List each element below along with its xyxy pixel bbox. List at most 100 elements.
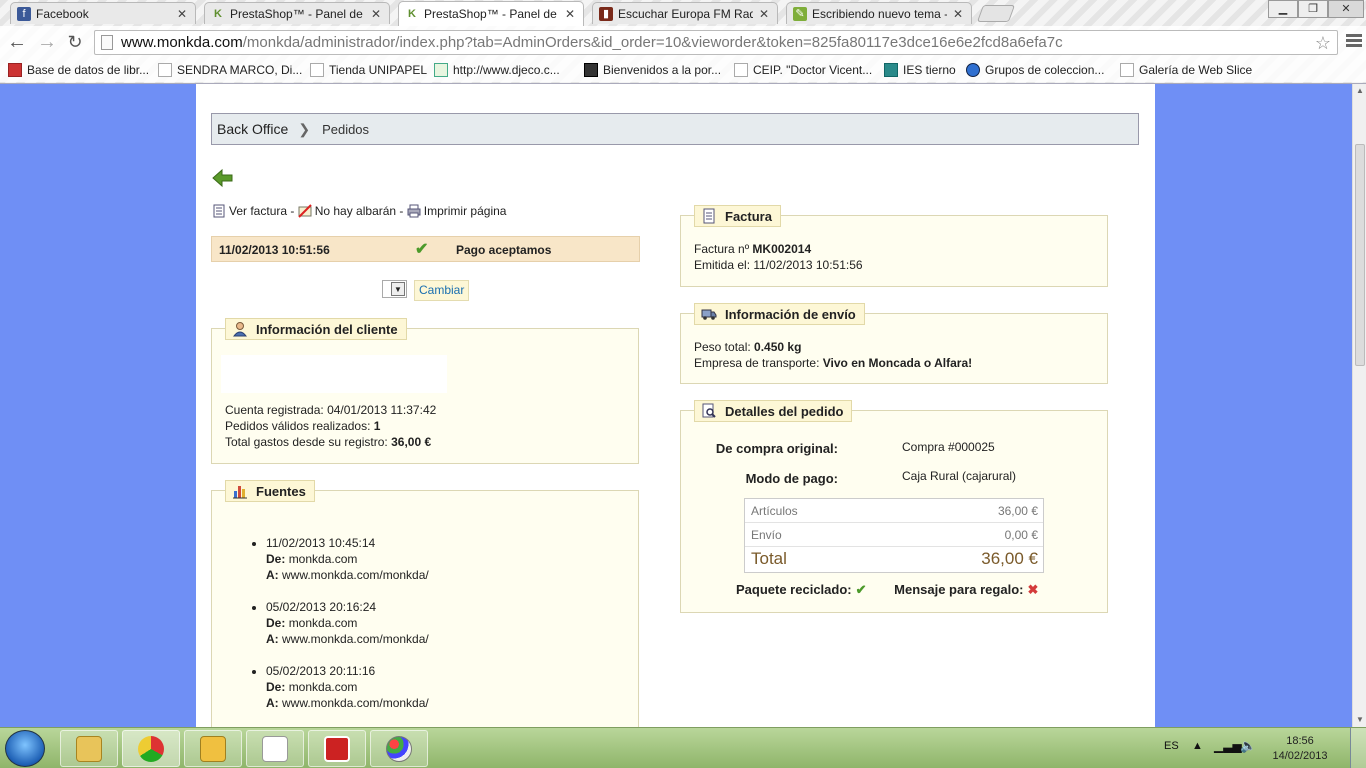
spent-line: Total gastos desde su registro: 36,00 € <box>225 435 431 449</box>
back-arrow-icon[interactable]: ← <box>6 32 28 54</box>
address-bar[interactable]: www.monkda.com/monkda/administrador/inde… <box>94 30 1338 55</box>
close-icon[interactable]: ✕ <box>951 7 965 21</box>
row-label: Envío <box>751 528 782 542</box>
bookmark-icon <box>8 63 22 77</box>
close-icon[interactable]: ✕ <box>175 7 189 21</box>
forward-arrow-icon[interactable]: → <box>36 32 58 54</box>
taskbar-outlook[interactable] <box>184 730 242 767</box>
view-invoice-link[interactable]: Ver factura <box>229 204 287 218</box>
bookmark-item[interactable]: Base de datos de libr... <box>8 63 149 77</box>
bookmarks-bar: Base de datos de libr... SENDRA MARCO, D… <box>0 60 1366 82</box>
tab-facebook[interactable]: f Facebook ✕ <box>10 2 196 24</box>
bookmark-item[interactable]: SENDRA MARCO, Di... <box>158 63 302 77</box>
invoice-date-line: Emitida el: 11/02/2013 10:51:56 <box>694 258 863 272</box>
bookmark-item[interactable]: http://www.djeco.c... <box>434 63 560 77</box>
show-hidden-icons-icon[interactable]: ▲ <box>1192 740 1203 752</box>
taskbar-notepad[interactable] <box>246 730 304 767</box>
no-delivery-slip-text: No hay albarán <box>314 204 397 218</box>
start-button[interactable] <box>5 730 45 767</box>
tab-prestashop-active[interactable]: K PrestaShop™ - Panel de ad ✕ <box>398 1 584 26</box>
chevron-down-icon: ▼ <box>391 282 405 296</box>
globe-icon <box>966 63 980 77</box>
scroll-down-icon[interactable]: ▼ <box>1353 713 1366 727</box>
bookmark-label: Bienvenidos a la por... <box>603 63 722 77</box>
scrollbar-thumb[interactable] <box>1355 144 1365 366</box>
bookmark-item[interactable]: IES tierno <box>884 63 956 77</box>
row-label: Total <box>751 549 787 568</box>
bookmark-item[interactable]: Bienvenidos a la por... <box>584 63 721 77</box>
close-window-button[interactable]: ✕ <box>1328 0 1364 18</box>
taskbar-recorder[interactable] <box>308 730 366 767</box>
breadcrumb-root[interactable]: Back Office <box>217 121 288 137</box>
registered-line: Cuenta registrada: 04/01/2013 11:37:42 <box>225 403 436 417</box>
breadcrumb: Back Office ❯ Pedidos <box>211 113 1139 145</box>
bookmark-item[interactable]: CEIP. "Doctor Vicent... <box>734 63 872 77</box>
clock-date: 14/02/2013 <box>1272 750 1328 762</box>
page-icon <box>310 63 324 77</box>
bookmark-item[interactable]: Galería de Web Slice <box>1120 63 1252 77</box>
bookmark-label: Galería de Web Slice <box>1139 63 1253 77</box>
bookmark-star-icon[interactable]: ☆ <box>1315 33 1331 54</box>
table-row: Artículos 36,00 € <box>745 499 1043 523</box>
menu-icon[interactable] <box>1346 34 1362 50</box>
print-page-link[interactable]: Imprimir página <box>424 204 507 218</box>
source-to: www.monkda.com/monkda/ <box>282 696 429 710</box>
row-label: Artículos <box>751 504 798 518</box>
label: Empresa de transporte: <box>694 356 820 370</box>
row-value: 0,00 € <box>1004 528 1038 542</box>
record-icon <box>324 735 350 762</box>
order-actions: Ver factura - No hay albarán - Imprimir … <box>212 204 506 218</box>
scroll-up-icon[interactable]: ▲ <box>1353 84 1366 98</box>
invoice-icon <box>213 204 225 218</box>
network-signal-icon[interactable]: ▁▃▅ <box>1214 739 1242 753</box>
system-clock[interactable]: 18:56 14/02/2013 <box>1270 734 1330 764</box>
back-arrow-icon[interactable] <box>212 168 234 188</box>
volume-icon[interactable]: 🔈 <box>1240 738 1256 754</box>
close-icon[interactable]: ✕ <box>563 7 577 21</box>
original-purchase-label: De compra original: <box>715 441 838 456</box>
bookmark-item[interactable]: Tienda UNIPAPEL <box>310 63 427 77</box>
bookmark-label: http://www.djeco.c... <box>453 63 560 77</box>
section-title: Información del cliente <box>256 321 398 337</box>
tab-europa-fm[interactable]: ▮ Escuchar Europa FM Radio ✕ <box>592 2 778 24</box>
show-desktop-button[interactable] <box>1350 728 1366 768</box>
total-spent: 36,00 € <box>391 435 432 449</box>
section-title: Información de envío <box>725 306 856 322</box>
valid-orders-count: 1 <box>373 419 381 433</box>
document-icon <box>262 735 288 762</box>
tab-prestashop-1[interactable]: K PrestaShop™ - Panel de ad ✕ <box>204 2 390 24</box>
section-title: Detalles del pedido <box>725 403 844 419</box>
close-icon[interactable]: ✕ <box>369 7 383 21</box>
order-totals-table: Artículos 36,00 € Envío 0,00 € Total 36,00 … <box>744 498 1044 573</box>
separator: - <box>396 204 407 218</box>
tab-title: PrestaShop™ - Panel de ad <box>230 6 365 21</box>
bookmark-item[interactable]: Grupos de coleccion... <box>966 63 1104 77</box>
checkmark-icon: ✔ <box>855 582 867 597</box>
new-tab-button[interactable] <box>976 5 1016 22</box>
restore-button[interactable]: ❐ <box>1298 0 1328 18</box>
clock-time: 18:56 <box>1286 735 1314 747</box>
language-indicator[interactable]: ES <box>1164 740 1179 752</box>
ies-icon <box>884 63 898 77</box>
payment-method-value: Caja Rural (cajarural) <box>902 469 1017 483</box>
reload-icon[interactable]: ↻ <box>64 32 86 54</box>
page-icon <box>1120 63 1134 77</box>
vertical-scrollbar[interactable]: ▲ ▼ <box>1352 84 1366 727</box>
change-status-button[interactable]: Cambiar <box>414 280 470 301</box>
status-select[interactable]: ▼ <box>382 280 407 298</box>
tab-forum[interactable]: ✎ Escribiendo nuevo tema - ✕ <box>786 2 972 24</box>
row-value: 36,00 € <box>997 504 1038 518</box>
taskbar-paint[interactable] <box>370 730 428 767</box>
bookmark-label: SENDRA MARCO, Di... <box>177 63 303 77</box>
to-label: A: <box>266 568 279 582</box>
printer-icon <box>407 204 421 218</box>
chart-icon <box>434 63 448 77</box>
taskbar-explorer[interactable] <box>60 730 118 767</box>
payment-method-label: Modo de pago: <box>745 471 838 486</box>
close-icon[interactable]: ✕ <box>757 7 771 21</box>
status-date: 11/02/2013 10:51:56 <box>219 243 330 257</box>
minimize-button[interactable]: ▁ <box>1268 0 1298 18</box>
order-details-legend: Detalles del pedido <box>694 400 853 422</box>
taskbar-chrome[interactable] <box>122 730 180 767</box>
bookmark-label: Grupos de coleccion... <box>985 63 1105 77</box>
